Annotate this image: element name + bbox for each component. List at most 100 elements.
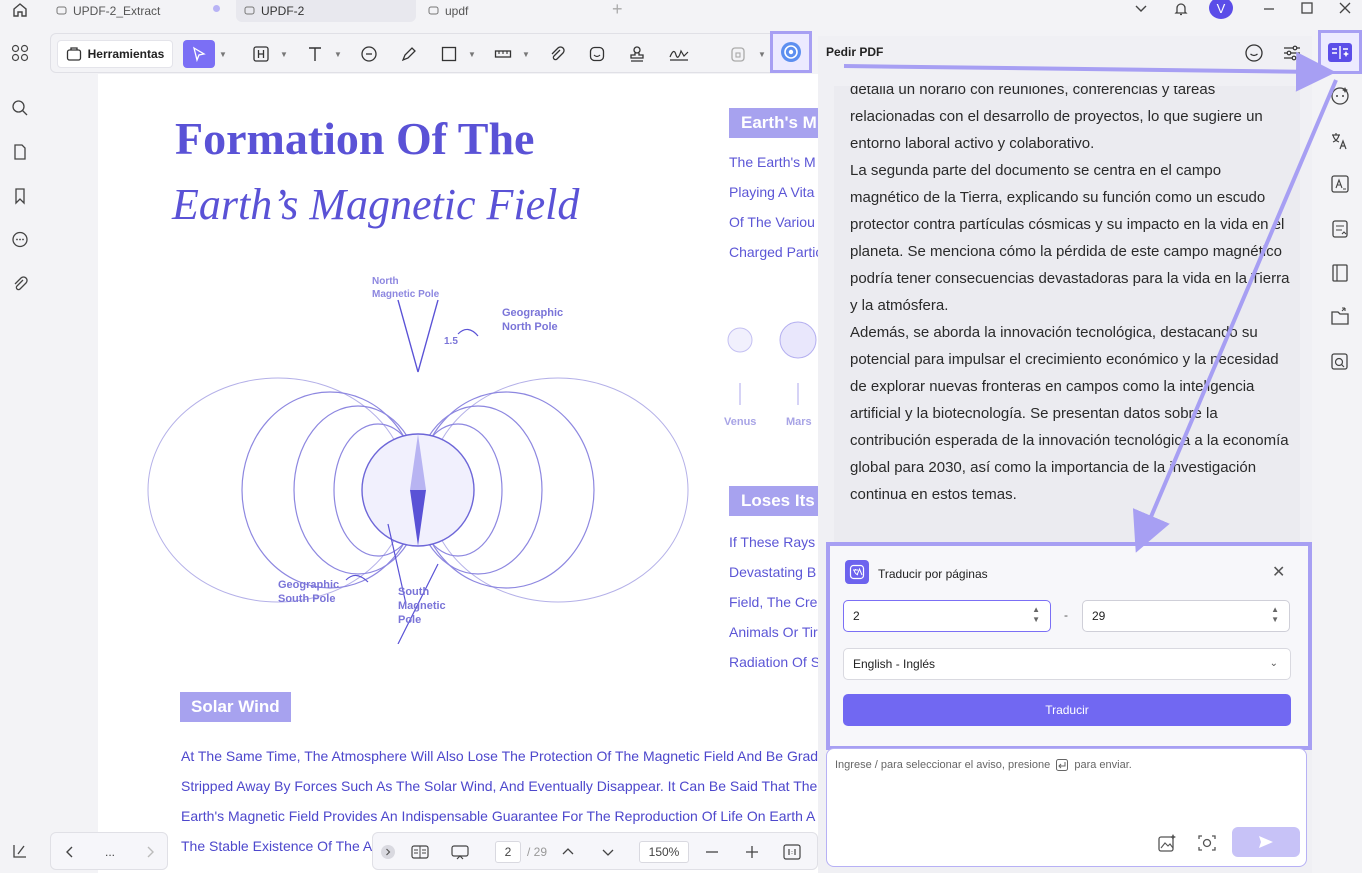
tools-button[interactable]: Herramientas bbox=[57, 40, 173, 68]
stamp-icon bbox=[630, 46, 644, 62]
chevron-up-icon[interactable] bbox=[559, 841, 577, 863]
measure-tool-dropdown[interactable]: ▼ bbox=[521, 40, 531, 68]
from-page-input[interactable]: 2 ▲ ▼ bbox=[843, 600, 1051, 632]
ai-panel-toggle-button[interactable] bbox=[1318, 30, 1362, 74]
chevron-right-icon[interactable] bbox=[141, 841, 159, 863]
bell-icon[interactable] bbox=[1168, 0, 1194, 18]
send-button[interactable] bbox=[1232, 827, 1300, 857]
tools-label: Herramientas bbox=[87, 47, 165, 61]
text-icon bbox=[309, 47, 321, 61]
minimize-icon[interactable] bbox=[1256, 0, 1282, 18]
history-icon[interactable] bbox=[1244, 43, 1264, 63]
stamp-tool[interactable] bbox=[625, 40, 649, 68]
stepper-arrows-icon[interactable]: ▲ ▼ bbox=[1032, 605, 1040, 625]
chevron-down-icon[interactable] bbox=[599, 841, 617, 863]
panel-title: Pedir PDF bbox=[826, 45, 884, 59]
text-box-tool[interactable] bbox=[249, 40, 273, 68]
tab-updf-2[interactable]: UPDF-2 bbox=[236, 0, 416, 22]
right-sidebar bbox=[1312, 36, 1362, 873]
maximize-icon[interactable] bbox=[1294, 0, 1320, 18]
loses-link[interactable]: Devastating B bbox=[729, 564, 816, 580]
loses-link[interactable]: Field, The Cre bbox=[729, 594, 817, 610]
prompt-input[interactable]: Ingrese / para seleccionar el aviso, pre… bbox=[826, 748, 1307, 867]
earth-link[interactable]: Charged Partic bbox=[729, 244, 818, 260]
current-page-input[interactable]: 2 bbox=[495, 841, 521, 863]
new-tab-button[interactable]: + bbox=[612, 0, 623, 18]
comments-icon[interactable] bbox=[9, 229, 31, 251]
shape-tool-dropdown[interactable]: ▼ bbox=[467, 40, 477, 68]
zoom-out-icon[interactable] bbox=[703, 841, 721, 863]
lock-icon bbox=[731, 47, 745, 62]
select-tool-dropdown[interactable]: ▼ bbox=[218, 40, 228, 68]
bookmark-icon[interactable] bbox=[9, 185, 31, 207]
attach-tool[interactable] bbox=[545, 40, 569, 68]
apps-grid-icon[interactable] bbox=[9, 42, 31, 64]
signature-icon bbox=[669, 49, 689, 61]
export-folder-icon[interactable] bbox=[1328, 305, 1352, 329]
signature-tool[interactable] bbox=[665, 40, 693, 68]
loses-link[interactable]: Animals Or Tir bbox=[729, 624, 818, 640]
actual-size-icon[interactable] bbox=[781, 841, 803, 863]
prompt-placeholder: Ingrese / para seleccionar el aviso, pre… bbox=[835, 759, 1132, 772]
main-toolbar: Herramientas ▼ ▼ ▼ ▼ ▼ ▼ bbox=[50, 33, 812, 73]
planet-icons bbox=[727, 321, 817, 405]
chevron-left-icon[interactable] bbox=[61, 841, 79, 863]
avatar[interactable]: V bbox=[1209, 0, 1233, 19]
ai-assistant-button[interactable] bbox=[770, 31, 812, 73]
collapse-bar-icon[interactable] bbox=[379, 841, 397, 863]
tab-label: UPDF-2_Extract bbox=[73, 4, 161, 18]
home-icon[interactable] bbox=[8, 0, 32, 20]
screenshot-icon[interactable] bbox=[1197, 833, 1217, 853]
shape-tool[interactable] bbox=[437, 40, 461, 68]
tab-updf[interactable]: updf bbox=[420, 0, 600, 22]
translate-icon[interactable] bbox=[1328, 129, 1352, 153]
comment-tool[interactable] bbox=[357, 40, 381, 68]
book-icon[interactable] bbox=[1328, 261, 1352, 285]
language-select[interactable]: English - Inglés ⌄ bbox=[843, 648, 1291, 680]
layers-icon[interactable] bbox=[9, 840, 31, 862]
solar-wind-text: Stripped Away By Forces Such As The Sola… bbox=[181, 778, 818, 794]
tab-updf-2-extract[interactable]: UPDF-2_Extract bbox=[48, 0, 228, 22]
measure-tool[interactable] bbox=[491, 40, 515, 68]
select-tool-button[interactable] bbox=[183, 40, 215, 68]
settings-sliders-icon[interactable] bbox=[1282, 43, 1302, 63]
protect-tool-dropdown[interactable]: ▼ bbox=[757, 40, 767, 68]
to-page-input[interactable]: 29 ▲ ▼ bbox=[1082, 600, 1290, 632]
earth-link[interactable]: Playing A Vita bbox=[729, 184, 814, 200]
stepper-arrows-icon[interactable]: ▲ ▼ bbox=[1271, 605, 1279, 625]
earth-link[interactable]: The Earth's M bbox=[729, 154, 816, 170]
zoom-in-icon[interactable] bbox=[743, 841, 761, 863]
close-icon[interactable] bbox=[1332, 0, 1358, 18]
more-pages-button[interactable]: ... bbox=[99, 841, 121, 863]
ai-chat-icon[interactable] bbox=[1328, 84, 1352, 108]
ai-search-icon[interactable] bbox=[1328, 349, 1352, 373]
geographic-south-label: Geographic bbox=[278, 579, 339, 591]
text-box-dropdown[interactable]: ▼ bbox=[279, 40, 289, 68]
message-paragraph: detalla un horario con reuniones, confer… bbox=[850, 86, 1263, 152]
sticker-tool[interactable] bbox=[585, 40, 609, 68]
chevron-down-icon[interactable] bbox=[1128, 0, 1154, 18]
search-icon[interactable] bbox=[9, 97, 31, 119]
page-layout-icon[interactable] bbox=[409, 841, 431, 863]
zoom-level[interactable]: 150% bbox=[639, 841, 689, 863]
earth-link[interactable]: Of The Variou bbox=[729, 214, 815, 230]
pages-icon[interactable] bbox=[9, 141, 31, 163]
loses-link[interactable]: If These Rays bbox=[729, 534, 815, 550]
image-ai-icon[interactable] bbox=[1157, 833, 1177, 853]
ai-assistant-icon bbox=[781, 42, 801, 62]
ocr-icon[interactable] bbox=[1328, 172, 1352, 196]
text-tool[interactable] bbox=[303, 40, 327, 68]
to-page-value: 29 bbox=[1092, 609, 1106, 623]
close-icon[interactable]: ✕ bbox=[1272, 562, 1285, 582]
summarize-icon[interactable] bbox=[1328, 217, 1352, 241]
protect-tool[interactable] bbox=[727, 40, 749, 68]
magnetic-field-diagram: North Magnetic Pole Geographic North Pol… bbox=[147, 276, 689, 644]
assistant-message-text: detalla un horario con reuniones, confer… bbox=[850, 86, 1290, 508]
pen-tool[interactable] bbox=[397, 40, 421, 68]
text-tool-dropdown[interactable]: ▼ bbox=[333, 40, 343, 68]
solar-wind-text: The Stable Existence Of The A bbox=[181, 838, 373, 854]
translate-button[interactable]: Traducir bbox=[843, 694, 1291, 726]
loses-link[interactable]: Radiation Of S bbox=[729, 654, 818, 670]
presentation-icon[interactable] bbox=[449, 841, 471, 863]
attachment-icon[interactable] bbox=[9, 273, 31, 295]
